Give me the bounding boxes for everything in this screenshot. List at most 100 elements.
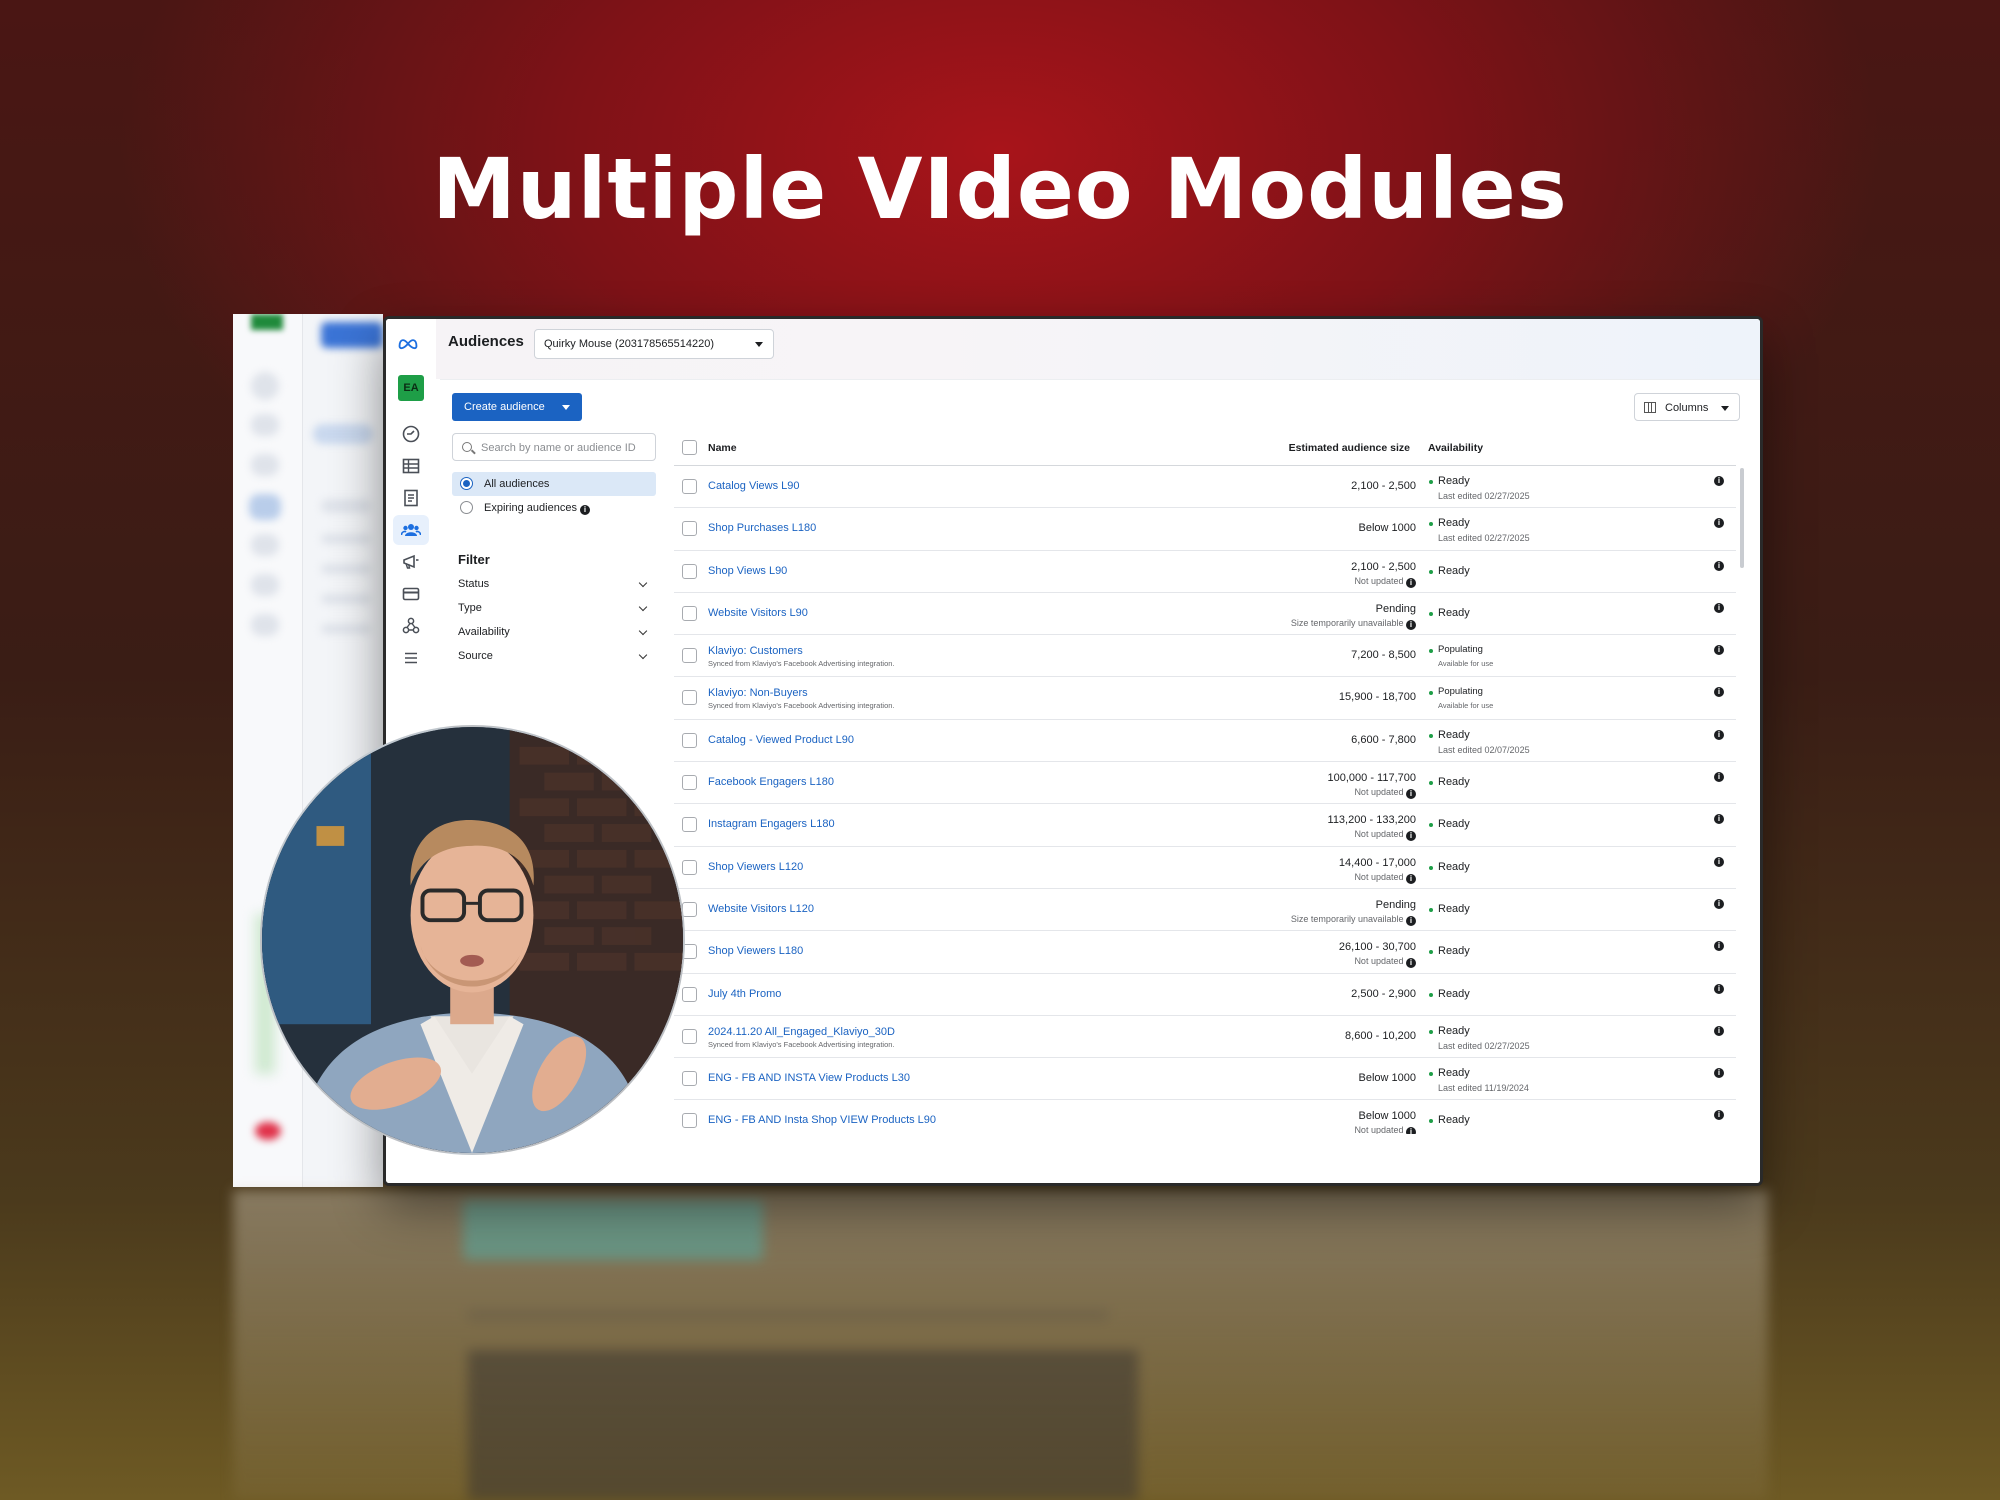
audience-name-link[interactable]: Shop Viewers L120 (708, 861, 803, 873)
table-row[interactable]: Shop Views L90 2,100 - 2,500 Not updated i… (674, 551, 1736, 593)
table-icon[interactable] (393, 451, 429, 481)
create-audience-button[interactable]: Create audience (452, 393, 582, 421)
info-icon[interactable]: i (1406, 831, 1416, 842)
table-row[interactable]: Shop Viewers L180 26,100 - 30,700 Not upda… (674, 931, 1736, 974)
info-icon[interactable]: i (580, 505, 591, 515)
meta-logo-icon[interactable] (398, 333, 424, 351)
megaphone-icon[interactable] (393, 547, 429, 577)
row-checkbox[interactable] (682, 901, 697, 917)
table-row[interactable]: Website Visitors L120 Pending Size tempora… (674, 889, 1736, 932)
scrollbar[interactable] (1740, 468, 1744, 568)
search-input[interactable]: Search by name or audience ID (452, 433, 656, 461)
background-icon (251, 534, 279, 556)
info-icon[interactable]: i (1406, 577, 1416, 588)
filter-availability[interactable]: Availability (458, 626, 648, 646)
row-checkbox[interactable] (682, 859, 697, 875)
audience-name-link[interactable]: Facebook Engagers L180 (708, 776, 834, 788)
info-icon[interactable]: i (1406, 1127, 1416, 1134)
row-info-icon[interactable]: i (1714, 772, 1724, 783)
table-row[interactable]: Klaviyo: Customers Synced from Klaviyo's … (674, 635, 1736, 678)
column-header-size[interactable]: Estimated audience size (1289, 442, 1410, 454)
audience-name-link[interactable]: Shop Views L90 (708, 565, 787, 577)
row-checkbox[interactable] (682, 521, 697, 537)
row-info-icon[interactable]: i (1714, 602, 1724, 613)
audience-name-link[interactable]: July 4th Promo (708, 988, 781, 1000)
audience-name-link[interactable]: Catalog - Viewed Product L90 (708, 734, 854, 746)
row-info-icon[interactable]: i (1714, 1110, 1724, 1121)
filter-source[interactable]: Source (458, 650, 648, 670)
table-row[interactable]: Website Visitors L90 Pending Size temporar… (674, 593, 1736, 636)
audience-name-link[interactable]: Website Visitors L90 (708, 607, 808, 619)
table-row[interactable]: ENG - FB AND Insta Shop VIEW Products L9… (674, 1100, 1736, 1134)
row-info-icon[interactable]: i (1714, 645, 1724, 656)
row-checkbox[interactable] (682, 775, 697, 791)
view-all-audiences[interactable]: All audiences (452, 472, 656, 496)
row-info-icon[interactable]: i (1714, 476, 1724, 486)
column-header-name[interactable]: Name (708, 442, 737, 454)
audience-name-link[interactable]: Shop Viewers L180 (708, 945, 803, 957)
billing-card-icon[interactable] (393, 579, 429, 609)
audience-name-link[interactable]: Catalog Views L90 (708, 480, 800, 492)
row-checkbox[interactable] (682, 479, 697, 494)
audience-size-note: Not updated i (1354, 787, 1416, 800)
dashboard-icon[interactable] (393, 419, 429, 449)
menu-icon[interactable] (393, 643, 429, 673)
row-info-icon[interactable]: i (1714, 814, 1724, 825)
info-icon[interactable]: i (1406, 873, 1416, 884)
pages-icon[interactable] (393, 483, 429, 513)
table-row[interactable]: 2024.11.20 All_Engaged_Klaviyo_30D Synced… (674, 1016, 1736, 1059)
table-row[interactable]: Instagram Engagers L180 113,200 - 133,200… (674, 804, 1736, 847)
table-row[interactable]: ENG - FB AND INSTA View Products L30 Belo… (674, 1058, 1736, 1101)
info-icon[interactable]: i (1406, 789, 1416, 800)
info-icon[interactable]: i (1406, 915, 1416, 926)
row-info-icon[interactable]: i (1714, 856, 1724, 867)
table-row[interactable]: Catalog Views L90 2,100 - 2,500 Ready Last … (674, 466, 1736, 509)
table-row[interactable]: Klaviyo: Non-Buyers Synced from Klaviyo's… (674, 677, 1736, 720)
row-checkbox[interactable] (682, 986, 697, 1002)
table-row[interactable]: Shop Purchases L180 Below 1000 Ready Last e… (674, 508, 1736, 551)
table-row[interactable]: Catalog - Viewed Product L90 6,600 - 7,80… (674, 720, 1736, 763)
ad-account-selector[interactable]: Quirky Mouse (203178565514220) (534, 329, 774, 359)
row-checkbox[interactable] (682, 732, 697, 748)
audience-name-link[interactable]: Klaviyo: Non-Buyers (708, 687, 808, 699)
row-checkbox[interactable] (682, 690, 697, 706)
audience-name-link[interactable]: 2024.11.20 All_Engaged_Klaviyo_30D (708, 1026, 895, 1038)
events-manager-icon[interactable] (393, 611, 429, 641)
table-row[interactable]: Shop Viewers L120 14,400 - 17,000 Not upda… (674, 847, 1736, 889)
audience-name-link[interactable]: Klaviyo: Customers (708, 645, 803, 657)
columns-button[interactable]: Columns (1634, 393, 1740, 421)
view-expiring-audiences[interactable]: Expiring audiences i (452, 496, 656, 520)
info-icon[interactable]: i (1406, 958, 1416, 969)
row-checkbox[interactable] (682, 648, 697, 664)
audience-name-link[interactable]: ENG - FB AND INSTA View Products L30 (708, 1072, 910, 1084)
audience-name-link[interactable]: Shop Purchases L180 (708, 522, 816, 534)
row-checkbox[interactable] (682, 817, 697, 833)
row-info-icon[interactable]: i (1714, 983, 1724, 994)
row-checkbox[interactable] (682, 605, 697, 621)
filter-status[interactable]: Status (458, 578, 648, 598)
row-info-icon[interactable]: i (1714, 518, 1724, 529)
info-icon[interactable]: i (1406, 619, 1416, 630)
column-header-availability[interactable]: Availability (1428, 442, 1483, 454)
audiences-icon[interactable] (393, 515, 429, 545)
row-info-icon[interactable]: i (1714, 898, 1724, 909)
filter-type[interactable]: Type (458, 602, 648, 622)
account-avatar[interactable]: EA (398, 375, 424, 401)
row-checkbox[interactable] (682, 1113, 697, 1129)
table-row[interactable]: Facebook Engagers L180 100,000 - 117,700 N… (674, 762, 1736, 805)
row-checkbox[interactable] (682, 1071, 697, 1087)
row-info-icon[interactable]: i (1714, 729, 1724, 740)
row-info-icon[interactable]: i (1714, 560, 1724, 571)
row-info-icon[interactable]: i (1714, 1025, 1724, 1036)
columns-icon (1644, 402, 1656, 413)
table-row[interactable]: July 4th Promo 2,500 - 2,900 Ready i (674, 974, 1736, 1016)
row-checkbox[interactable] (682, 1028, 697, 1044)
audience-name-link[interactable]: ENG - FB AND Insta Shop VIEW Products L9… (708, 1114, 936, 1126)
row-info-icon[interactable]: i (1714, 687, 1724, 698)
select-all-checkbox[interactable] (682, 440, 697, 455)
audience-name-link[interactable]: Website Visitors L120 (708, 903, 814, 915)
row-checkbox[interactable] (682, 563, 697, 579)
audience-name-link[interactable]: Instagram Engagers L180 (708, 818, 835, 830)
row-info-icon[interactable]: i (1714, 1068, 1724, 1079)
row-info-icon[interactable]: i (1714, 941, 1724, 952)
